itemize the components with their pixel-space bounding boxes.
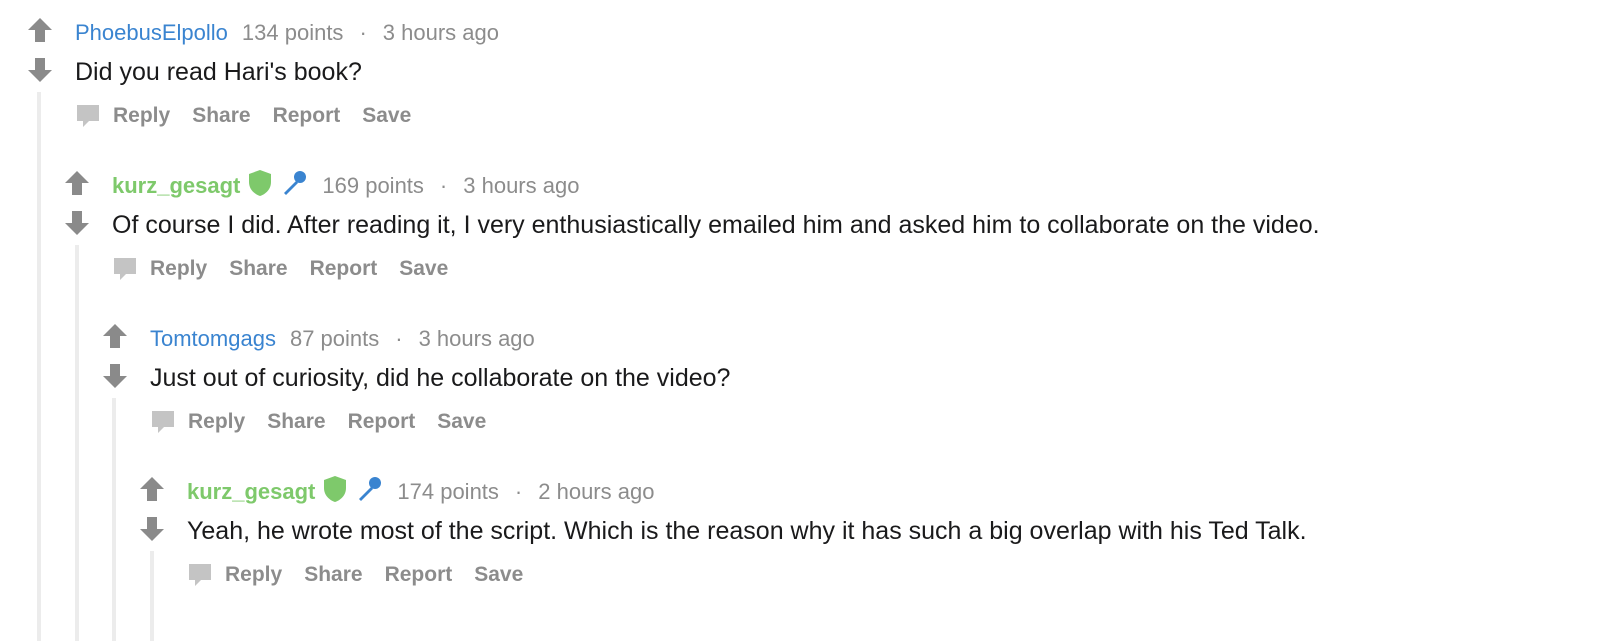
- points-count: 134 points: [241, 20, 344, 45]
- thread-line[interactable]: [150, 551, 154, 641]
- comment-meta: kurz_gesagt 169 points · 3 hours ago: [112, 169, 580, 203]
- share-button[interactable]: Share: [229, 257, 287, 281]
- share-button[interactable]: Share: [267, 410, 325, 434]
- upvote-arrow-icon[interactable]: [138, 475, 166, 503]
- comment-actions: Reply Share Report Save: [187, 559, 545, 591]
- comment-meta: PhoebusElpollo 134 points · 3 hours ago: [75, 18, 499, 48]
- shield-icon: [248, 169, 272, 203]
- report-button[interactable]: Report: [310, 257, 378, 281]
- comment-body: Just out of curiosity, did he collaborat…: [150, 364, 731, 392]
- author-link[interactable]: kurz_gesagt: [112, 173, 240, 199]
- comment-actions: Reply Share Report Save: [150, 406, 508, 438]
- points-count: 169 points: [322, 173, 424, 198]
- reply-button[interactable]: Reply: [225, 563, 282, 587]
- report-button[interactable]: Report: [273, 104, 341, 128]
- comment-thread: PhoebusElpollo 134 points · 3 hours ago …: [0, 0, 1600, 641]
- microphone-icon: [280, 169, 308, 203]
- comment-body: Did you read Hari's book?: [75, 58, 362, 86]
- comment-body: Yeah, he wrote most of the script. Which…: [187, 517, 1307, 545]
- reply-button[interactable]: Reply: [150, 257, 207, 281]
- thread-line[interactable]: [75, 245, 79, 641]
- points-count: 87 points: [289, 326, 380, 351]
- timestamp: 3 hours ago: [418, 326, 535, 351]
- vote-controls: [26, 18, 54, 98]
- comment-bubble-icon[interactable]: [150, 409, 176, 435]
- meta-separator: ·: [395, 326, 403, 351]
- thread-line[interactable]: [37, 92, 41, 641]
- downvote-arrow-icon[interactable]: [26, 56, 54, 84]
- upvote-arrow-icon[interactable]: [101, 322, 129, 350]
- save-button[interactable]: Save: [362, 104, 411, 128]
- author-link[interactable]: PhoebusElpollo: [75, 20, 228, 46]
- upvote-arrow-icon[interactable]: [26, 16, 54, 44]
- share-button[interactable]: Share: [192, 104, 250, 128]
- comment-actions: Reply Share Report Save: [112, 253, 470, 285]
- comment-bubble-icon[interactable]: [112, 256, 138, 282]
- comment-bubble-icon[interactable]: [75, 103, 101, 129]
- downvote-arrow-icon[interactable]: [63, 209, 91, 237]
- author-link[interactable]: Tomtomgags: [150, 326, 276, 352]
- points-count: 174 points: [397, 479, 499, 504]
- comment-bubble-icon[interactable]: [187, 562, 213, 588]
- vote-controls: [63, 171, 91, 251]
- save-button[interactable]: Save: [474, 563, 523, 587]
- microphone-icon: [355, 475, 383, 509]
- vote-controls: [138, 477, 166, 557]
- user-flair: [323, 475, 383, 509]
- reply-button[interactable]: Reply: [113, 104, 170, 128]
- comment-actions: Reply Share Report Save: [75, 100, 433, 132]
- upvote-arrow-icon[interactable]: [63, 169, 91, 197]
- thread-line[interactable]: [112, 398, 116, 641]
- meta-separator: ·: [439, 173, 448, 198]
- timestamp: 2 hours ago: [538, 479, 655, 504]
- user-flair: [248, 169, 308, 203]
- shield-icon: [323, 475, 347, 509]
- save-button[interactable]: Save: [399, 257, 448, 281]
- save-button[interactable]: Save: [437, 410, 486, 434]
- timestamp: 3 hours ago: [382, 20, 499, 45]
- vote-controls: [101, 324, 129, 404]
- downvote-arrow-icon[interactable]: [101, 362, 129, 390]
- timestamp: 3 hours ago: [463, 173, 580, 198]
- comment-body: Of course I did. After reading it, I ver…: [112, 211, 1320, 239]
- report-button[interactable]: Report: [385, 563, 453, 587]
- share-button[interactable]: Share: [304, 563, 362, 587]
- comment-meta: kurz_gesagt 174 points · 2 hours ago: [187, 475, 655, 509]
- meta-separator: ·: [514, 479, 523, 504]
- downvote-arrow-icon[interactable]: [138, 515, 166, 543]
- report-button[interactable]: Report: [348, 410, 416, 434]
- comment-meta: Tomtomgags 87 points · 3 hours ago: [150, 324, 535, 354]
- author-link[interactable]: kurz_gesagt: [187, 479, 315, 505]
- meta-separator: ·: [359, 20, 367, 45]
- reply-button[interactable]: Reply: [188, 410, 245, 434]
